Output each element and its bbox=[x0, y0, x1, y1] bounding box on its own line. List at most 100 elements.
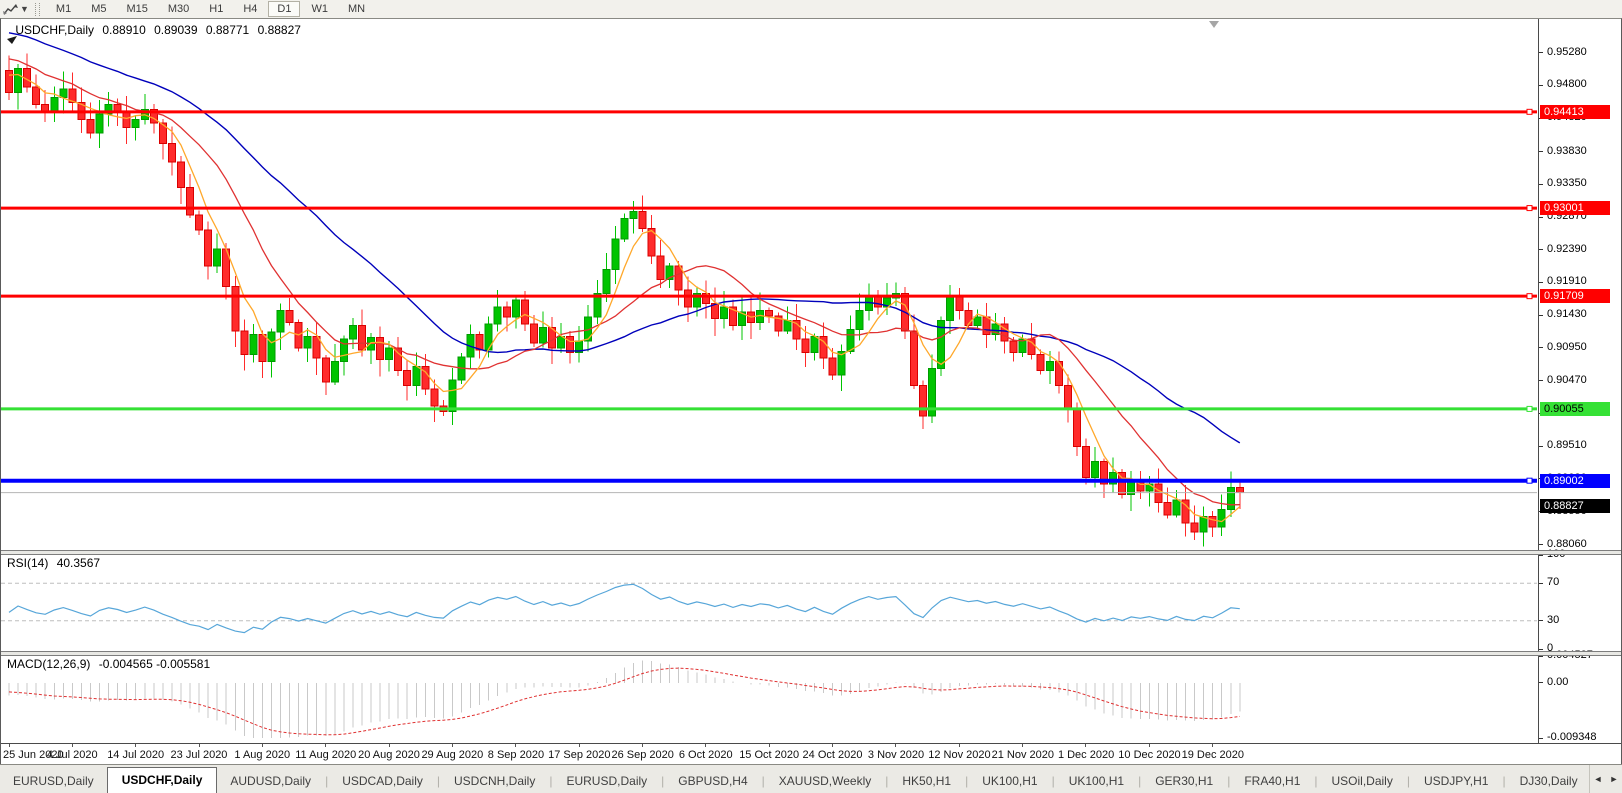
date-axis-label: 15 Oct 2020 bbox=[739, 749, 799, 761]
line-handle[interactable] bbox=[1527, 206, 1532, 211]
date-axis-tick bbox=[1085, 744, 1086, 747]
date-axis-label: 23 Jul 2020 bbox=[171, 749, 228, 761]
line-handle[interactable] bbox=[1527, 478, 1532, 483]
candle-bull bbox=[331, 362, 338, 382]
candle-bull bbox=[268, 332, 275, 361]
chart-tab-fra40-h1[interactable]: FRA40,H1 bbox=[1231, 769, 1313, 793]
chart-tab-uk100-h1[interactable]: UK100,H1 bbox=[1056, 769, 1137, 793]
candle-bear bbox=[177, 162, 184, 188]
right-arrow-icon[interactable]: ► bbox=[1606, 768, 1622, 790]
pane-splitter[interactable] bbox=[1, 550, 1621, 555]
date-axis-tick bbox=[1212, 744, 1213, 747]
chart-tab-usoil-daily[interactable]: USOil,Daily bbox=[1319, 769, 1406, 793]
candle-bear bbox=[286, 310, 293, 322]
rsi-axis-tick-label: 70 bbox=[1547, 576, 1559, 588]
date-axis-label: 26 Sep 2020 bbox=[612, 749, 674, 761]
rsi-axis-tick bbox=[1539, 620, 1543, 621]
timeframe-button-M5[interactable]: M5 bbox=[82, 1, 115, 17]
left-arrow-icon[interactable]: ◄ bbox=[1590, 768, 1606, 790]
caret-down-icon[interactable]: ▼ bbox=[20, 4, 29, 14]
candle-bear bbox=[920, 385, 927, 416]
rsi-axis-tick-label: 30 bbox=[1547, 614, 1559, 626]
chart-shift-marker[interactable] bbox=[1209, 21, 1219, 28]
timeframe-button-W1[interactable]: W1 bbox=[302, 1, 337, 17]
price-axis-tick-label: 0.89510 bbox=[1547, 439, 1587, 451]
candle-bull bbox=[1092, 462, 1099, 478]
date-axis-label: 3 Nov 2020 bbox=[868, 749, 924, 761]
line-handle[interactable] bbox=[1527, 294, 1532, 299]
candle-bear bbox=[1191, 523, 1198, 532]
macd-indicator-values: -0.004565 -0.005581 bbox=[99, 657, 210, 671]
date-axis-tick bbox=[452, 744, 453, 747]
candles bbox=[6, 54, 1244, 547]
timeframe-button-D1[interactable]: D1 bbox=[268, 1, 300, 17]
chart-title-row: USDCHF,Daily 0.88910 0.89039 0.88771 0.8… bbox=[7, 23, 306, 37]
price-axis-tick-label: 0.92390 bbox=[1547, 243, 1587, 255]
candle-bull bbox=[304, 336, 311, 348]
ma-line-mid bbox=[9, 59, 1240, 505]
chart-tab-ger30-h1[interactable]: GER30,H1 bbox=[1142, 769, 1226, 793]
candle-bull bbox=[1046, 362, 1053, 371]
chart-tab-eurusd-daily[interactable]: EURUSD,Daily bbox=[0, 769, 107, 793]
chart-tab-uk100-h1[interactable]: UK100,H1 bbox=[969, 769, 1050, 793]
chart-tab-hk50-h1[interactable]: HK50,H1 bbox=[889, 769, 964, 793]
candle-bull bbox=[612, 239, 619, 270]
candle-bear bbox=[431, 389, 438, 406]
candle-bull bbox=[1200, 516, 1207, 532]
candle-bull bbox=[720, 307, 727, 319]
chart-tab-eurusd-daily[interactable]: EURUSD,Daily bbox=[553, 769, 660, 793]
date-axis-tick bbox=[579, 744, 580, 747]
candle-bear bbox=[187, 188, 194, 215]
candle-bull bbox=[974, 317, 981, 325]
candle-bull bbox=[1218, 509, 1225, 527]
candle-bear bbox=[1155, 484, 1162, 502]
candle-bull bbox=[856, 310, 863, 329]
chart-tab-audusd-daily[interactable]: AUDUSD,Daily bbox=[217, 769, 324, 793]
toolbar-grip[interactable] bbox=[35, 3, 40, 16]
macd-histogram bbox=[9, 661, 1240, 738]
date-axis-tick bbox=[135, 744, 136, 747]
price-axis-tick bbox=[1539, 52, 1543, 53]
candle-bull bbox=[132, 120, 139, 128]
pane-splitter[interactable] bbox=[1, 651, 1621, 656]
toolbar: ▼ M1M5M15M30H1H4D1W1MN bbox=[0, 0, 1622, 19]
chart-tab-usdjpy-h1[interactable]: USDJPY,H1 bbox=[1411, 769, 1501, 793]
candle-bear bbox=[168, 143, 175, 161]
candle-bear bbox=[639, 212, 646, 229]
chart-tab-dj30-daily[interactable]: DJ30,Daily bbox=[1507, 769, 1591, 793]
chart-tab-gbpusd-h4[interactable]: GBPUSD,H4 bbox=[665, 769, 760, 793]
rsi-label-row: RSI(14) 40.3567 bbox=[7, 556, 105, 570]
timeframe-button-M30[interactable]: M30 bbox=[159, 1, 198, 17]
date-axis-label: 4 Jul 2020 bbox=[47, 749, 98, 761]
chart-tab-xauusd-weekly[interactable]: XAUUSD,Weekly bbox=[766, 769, 884, 793]
chart-tab-usdcnh-daily[interactable]: USDCNH,Daily bbox=[441, 769, 548, 793]
timeframe-button-M15[interactable]: M15 bbox=[117, 1, 156, 17]
candle-bear bbox=[322, 358, 329, 382]
price-axis-tick-label: 0.95280 bbox=[1547, 46, 1587, 58]
price-axis-tick bbox=[1539, 184, 1543, 185]
timeframe-button-H4[interactable]: H4 bbox=[234, 1, 266, 17]
timeframe-button-M1[interactable]: M1 bbox=[47, 1, 80, 17]
chart-crosshair-icon[interactable] bbox=[3, 3, 19, 16]
candle-bear bbox=[259, 334, 266, 361]
candle-bear bbox=[684, 290, 691, 307]
date-axis-label: 11 Aug 2020 bbox=[295, 749, 356, 761]
line-handle[interactable] bbox=[1527, 406, 1532, 411]
timeframe-button-MN[interactable]: MN bbox=[339, 1, 374, 17]
timeframe-button-H1[interactable]: H1 bbox=[200, 1, 232, 17]
chart-tab-usdchf-daily[interactable]: USDCHF,Daily bbox=[107, 767, 218, 793]
candle-bear bbox=[1209, 516, 1216, 527]
price-axis: 0.952800.948000.943200.938300.933500.928… bbox=[1538, 19, 1622, 743]
candle-bull bbox=[277, 310, 284, 332]
chart-tab-usdcad-daily[interactable]: USDCAD,Daily bbox=[329, 769, 436, 793]
date-axis-label: 24 Oct 2020 bbox=[803, 749, 863, 761]
line-handle[interactable] bbox=[1527, 109, 1532, 114]
candle-bear bbox=[675, 266, 682, 290]
candle-bull bbox=[96, 114, 103, 133]
price-chart-canvas bbox=[1, 19, 1537, 550]
mt4-chart-window: ▼ M1M5M15M30H1H4D1W1MN USDCHF,Daily 0.88… bbox=[0, 0, 1622, 793]
candle-bear bbox=[802, 339, 809, 353]
date-axis-tick bbox=[895, 744, 896, 747]
date-axis-label: 10 Dec 2020 bbox=[1118, 749, 1180, 761]
chart-symbol-title: USDCHF,Daily bbox=[15, 23, 94, 37]
